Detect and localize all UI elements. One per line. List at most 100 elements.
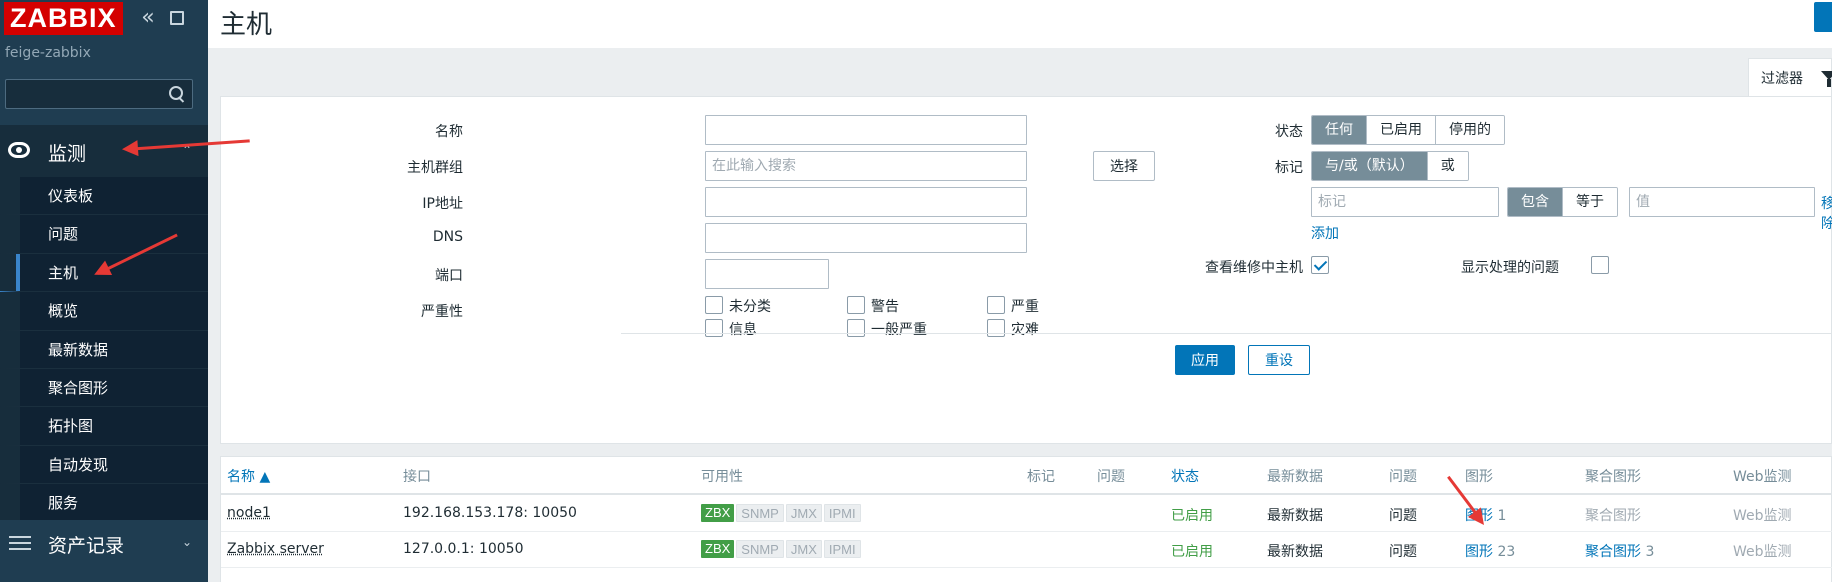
ipmi-badge: IPMI <box>824 540 861 558</box>
tag-name-input[interactable] <box>1311 187 1499 217</box>
jmx-badge: JMX <box>786 540 822 558</box>
sidebar-item-services[interactable]: 服务 <box>0 484 208 522</box>
col-interface-header: 接口 <box>403 466 431 486</box>
severity-disaster-label: 灾难 <box>1011 319 1039 339</box>
severity-high-checkbox[interactable] <box>987 296 1005 314</box>
sidebar-item-discovery[interactable]: 自动发现 <box>0 446 208 484</box>
table-row-2-name[interactable]: Zabbix server <box>227 541 324 557</box>
sidebar-item-latest-data[interactable]: 最新数据 <box>0 331 208 369</box>
table-row-1-screens: 聚合图形 <box>1585 505 1641 525</box>
table-row-1-web: Web监测 <box>1733 505 1792 525</box>
snmp-badge: SNMP <box>736 504 784 522</box>
sidebar-item-overview[interactable]: 概览 <box>0 292 208 330</box>
eye-icon <box>8 142 30 158</box>
sidebar-item-dashboard[interactable]: 仪表板 <box>0 177 208 215</box>
menu-monitoring[interactable]: 监测 ⌃ <box>0 125 208 177</box>
screens-link[interactable]: 聚合图形 <box>1585 544 1641 560</box>
col-status-header[interactable]: 状态 <box>1171 466 1199 486</box>
search-icon[interactable] <box>168 85 186 103</box>
menu-monitoring-label: 监测 <box>48 139 86 166</box>
table-row-1-latest-data-link[interactable]: 最新数据 <box>1267 505 1323 525</box>
col-name-header[interactable]: 名称 ▲ <box>227 466 270 486</box>
host-name-link[interactable]: Zabbix server <box>227 541 324 557</box>
sidebar-search <box>5 79 193 109</box>
table-row-1-name[interactable]: node1 <box>227 505 271 521</box>
col-tags-header: 标记 <box>1027 466 1055 486</box>
suppressed-checkbox[interactable] <box>1591 256 1609 274</box>
tag-match-contains[interactable]: 包含 <box>1508 188 1563 216</box>
col-screens-header: 聚合图形 <box>1585 466 1641 486</box>
col-problems-header: 问题 <box>1097 466 1125 486</box>
zabbix-logo[interactable]: ZABBIX <box>4 2 123 35</box>
sidebar: ZABBIX « feige-zabbix 监测 ⌃ 仪表板 问题 主机 概览 … <box>0 0 208 582</box>
reset-button[interactable]: 重设 <box>1248 345 1310 375</box>
tag-operator-and-or[interactable]: 与/或（默认） <box>1312 152 1428 180</box>
collapse-sidebar-icon[interactable]: « <box>138 8 158 28</box>
graphs-link[interactable]: 图形 <box>1465 544 1493 560</box>
severity-info-checkbox[interactable] <box>705 319 723 337</box>
apply-button[interactable]: 应用 <box>1175 345 1235 375</box>
row-divider <box>221 531 1832 532</box>
filter-panel: 名称 主机群组 选择 IP地址 DNS 端口 严重性 未分类 警告 严重 信息 … <box>220 96 1832 444</box>
logo-row: ZABBIX « <box>0 0 208 44</box>
dns-input[interactable] <box>705 223 1027 253</box>
page-header: 主机 <box>208 0 1832 48</box>
severity-not-classified-checkbox[interactable] <box>705 296 723 314</box>
port-input[interactable] <box>705 259 829 289</box>
severity-average-label: 一般严重 <box>871 319 927 339</box>
severity-label: 严重性 <box>391 301 463 321</box>
table-row-2-status[interactable]: 已启用 <box>1171 541 1213 561</box>
status-segmented-control: 任何 已启用 停用的 <box>1311 115 1505 145</box>
status-option-enabled[interactable]: 已启用 <box>1367 116 1436 144</box>
maintenance-checkbox[interactable] <box>1311 256 1329 274</box>
tag-match-equals[interactable]: 等于 <box>1563 188 1617 216</box>
status-label: 状态 <box>1237 121 1303 141</box>
monitoring-submenu: 仪表板 问题 主机 概览 最新数据 聚合图形 拓扑图 自动发现 服务 <box>0 177 208 523</box>
table-row-2-interface: 127.0.0.1: 10050 <box>403 541 524 557</box>
menu-inventory[interactable]: 资产记录 ⌄ <box>0 520 208 568</box>
fullscreen-icon[interactable] <box>1814 2 1832 32</box>
col-problems2-header: 问题 <box>1389 466 1417 486</box>
tag-value-input[interactable] <box>1629 187 1815 217</box>
status-option-disabled[interactable]: 停用的 <box>1436 116 1504 144</box>
tag-operator-or[interactable]: 或 <box>1428 152 1468 180</box>
sidebar-item-maps[interactable]: 拓扑图 <box>0 407 208 445</box>
status-option-any[interactable]: 任何 <box>1312 116 1367 144</box>
tag-remove-link[interactable]: 移除 <box>1821 193 1832 233</box>
list-icon <box>9 536 31 550</box>
filter-tab-label: 过滤器 <box>1761 68 1803 88</box>
table-row-2-availability: ZBX SNMP JMX IPMI <box>701 540 863 558</box>
severity-disaster-checkbox[interactable] <box>987 319 1005 337</box>
filter-tab[interactable]: 过滤器 <box>1748 58 1832 96</box>
sidebar-search-input[interactable] <box>6 80 156 108</box>
screens-count: 3 <box>1645 544 1654 560</box>
filter-funnel-icon <box>1821 71 1832 80</box>
table-row-2-graphs[interactable]: 图形 23 <box>1465 541 1515 561</box>
table-row-1-status[interactable]: 已启用 <box>1171 505 1213 525</box>
ipmi-badge: IPMI <box>824 504 861 522</box>
ip-input[interactable] <box>705 187 1027 217</box>
hostgroup-input[interactable] <box>705 151 1027 181</box>
port-label: 端口 <box>391 265 463 285</box>
table-row-2-problems-link[interactable]: 问题 <box>1389 541 1417 561</box>
col-web-header: Web监测 <box>1733 466 1792 486</box>
severity-average-checkbox[interactable] <box>847 319 865 337</box>
severity-warning-checkbox[interactable] <box>847 296 865 314</box>
table-row-2-latest-data-link[interactable]: 最新数据 <box>1267 541 1323 561</box>
severity-warning-label: 警告 <box>871 296 899 316</box>
name-input[interactable] <box>705 115 1027 145</box>
table-row-1-problems-link[interactable]: 问题 <box>1389 505 1417 525</box>
col-availability-header: 可用性 <box>701 466 743 486</box>
tag-add-link[interactable]: 添加 <box>1311 223 1339 243</box>
main-content: 主机 过滤器 名称 主机群组 选择 IP地址 DNS 端口 严重性 未分类 警告… <box>208 0 1832 582</box>
sidebar-item-screens[interactable]: 聚合图形 <box>0 369 208 407</box>
host-name-link[interactable]: node1 <box>227 505 271 521</box>
dns-label: DNS <box>391 229 463 245</box>
select-button[interactable]: 选择 <box>1093 151 1155 181</box>
menu-inventory-label: 资产记录 <box>48 531 124 558</box>
table-row-2-web: Web监测 <box>1733 541 1792 561</box>
ip-label: IP地址 <box>391 193 463 213</box>
kiosk-mode-icon[interactable] <box>170 11 184 25</box>
table-row-2-screens[interactable]: 聚合图形 3 <box>1585 541 1654 561</box>
name-label: 名称 <box>391 121 463 141</box>
